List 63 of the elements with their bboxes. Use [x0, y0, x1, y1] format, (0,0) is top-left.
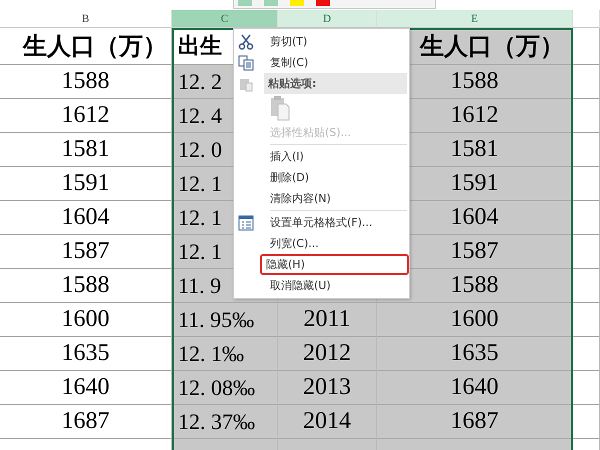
table-cell: 1687 — [62, 408, 110, 435]
table-cell-text: 生人口（万） — [23, 31, 167, 62]
table-cell: 1591 — [62, 170, 110, 197]
table-cell: 12. 2 — [178, 68, 222, 94]
menu-item[interactable]: 列宽(C)... — [264, 233, 325, 254]
column-header[interactable]: D — [278, 10, 377, 28]
table-cell: 12. 1 — [178, 170, 222, 196]
table-cell: 2014 — [303, 408, 351, 435]
table-cell: 11. 95‰ — [178, 306, 254, 332]
table-cell: 12. 4 — [178, 102, 222, 128]
table-cell: 1604 — [450, 204, 498, 231]
table-cell: 12. 08‰ — [178, 374, 255, 400]
table-cell: 2013 — [303, 374, 351, 401]
table-cell-text: 生人口（万） — [420, 31, 564, 62]
table-cell: 1600 — [62, 306, 110, 333]
column-header[interactable] — [573, 10, 600, 28]
table-cell: 1604 — [62, 204, 110, 231]
color-swatch[interactable] — [316, 0, 330, 6]
table-cell: 1612 — [62, 102, 110, 129]
menu-item[interactable]: 取消隐藏(U) — [264, 275, 337, 296]
table-cell-text: 出生 — [178, 33, 222, 61]
color-swatch[interactable] — [238, 0, 252, 6]
table-cell: 1588 — [62, 272, 110, 299]
table-cell: 1581 — [62, 136, 110, 163]
table-cell: 12. 1 — [178, 238, 222, 264]
table-cell: 2012 — [303, 340, 351, 367]
table-cell: 11. 9 — [178, 272, 222, 298]
table-cell: 1587 — [450, 238, 498, 265]
table-cell: 1640 — [450, 374, 498, 401]
column-header[interactable]: E — [377, 10, 573, 28]
menu-item[interactable]: 复制(C) — [264, 52, 314, 73]
table-cell: 1588 — [62, 68, 110, 95]
table-cell: 1587 — [62, 238, 110, 265]
paste-icon[interactable] — [270, 95, 290, 121]
menu-section-header: 粘贴选项: — [264, 73, 407, 94]
format-cells-icon — [238, 214, 254, 230]
menu-item[interactable]: 隐藏(H) — [260, 254, 409, 275]
table-cell: 1635 — [450, 340, 498, 367]
table-cell: 12. 37‰ — [178, 408, 255, 434]
table-cell: 2011 — [303, 306, 351, 333]
menu-item[interactable]: 设置单元格格式(F)... — [264, 212, 378, 233]
menu-item[interactable]: 清除内容(N) — [264, 188, 337, 209]
menu-item[interactable]: 删除(D) — [264, 167, 316, 188]
column-header[interactable]: C — [172, 10, 278, 28]
table-cell: 1635 — [62, 340, 110, 367]
scissors-icon — [238, 34, 254, 50]
column-header[interactable]: B — [0, 10, 172, 28]
color-swatch[interactable] — [290, 0, 304, 6]
table-cell: 1588 — [450, 272, 498, 299]
table-cell: 12. 1 — [178, 204, 222, 230]
color-swatch[interactable] — [264, 0, 278, 6]
table-cell: 1687 — [450, 408, 498, 435]
table-cell: 1591 — [450, 170, 498, 197]
table-cell: 1581 — [450, 136, 498, 163]
table-cell: 1612 — [450, 102, 498, 129]
menu-item[interactable]: 剪切(T) — [264, 31, 314, 52]
table-cell: 1600 — [450, 306, 498, 333]
table-cell: 12. 0 — [178, 136, 222, 162]
table-cell: 1640 — [62, 374, 110, 401]
menu-item[interactable]: 插入(I) — [264, 146, 310, 167]
table-cell: 12. 1‰ — [178, 340, 244, 366]
table-cell: 1588 — [450, 68, 498, 95]
copy-icon — [238, 54, 254, 70]
